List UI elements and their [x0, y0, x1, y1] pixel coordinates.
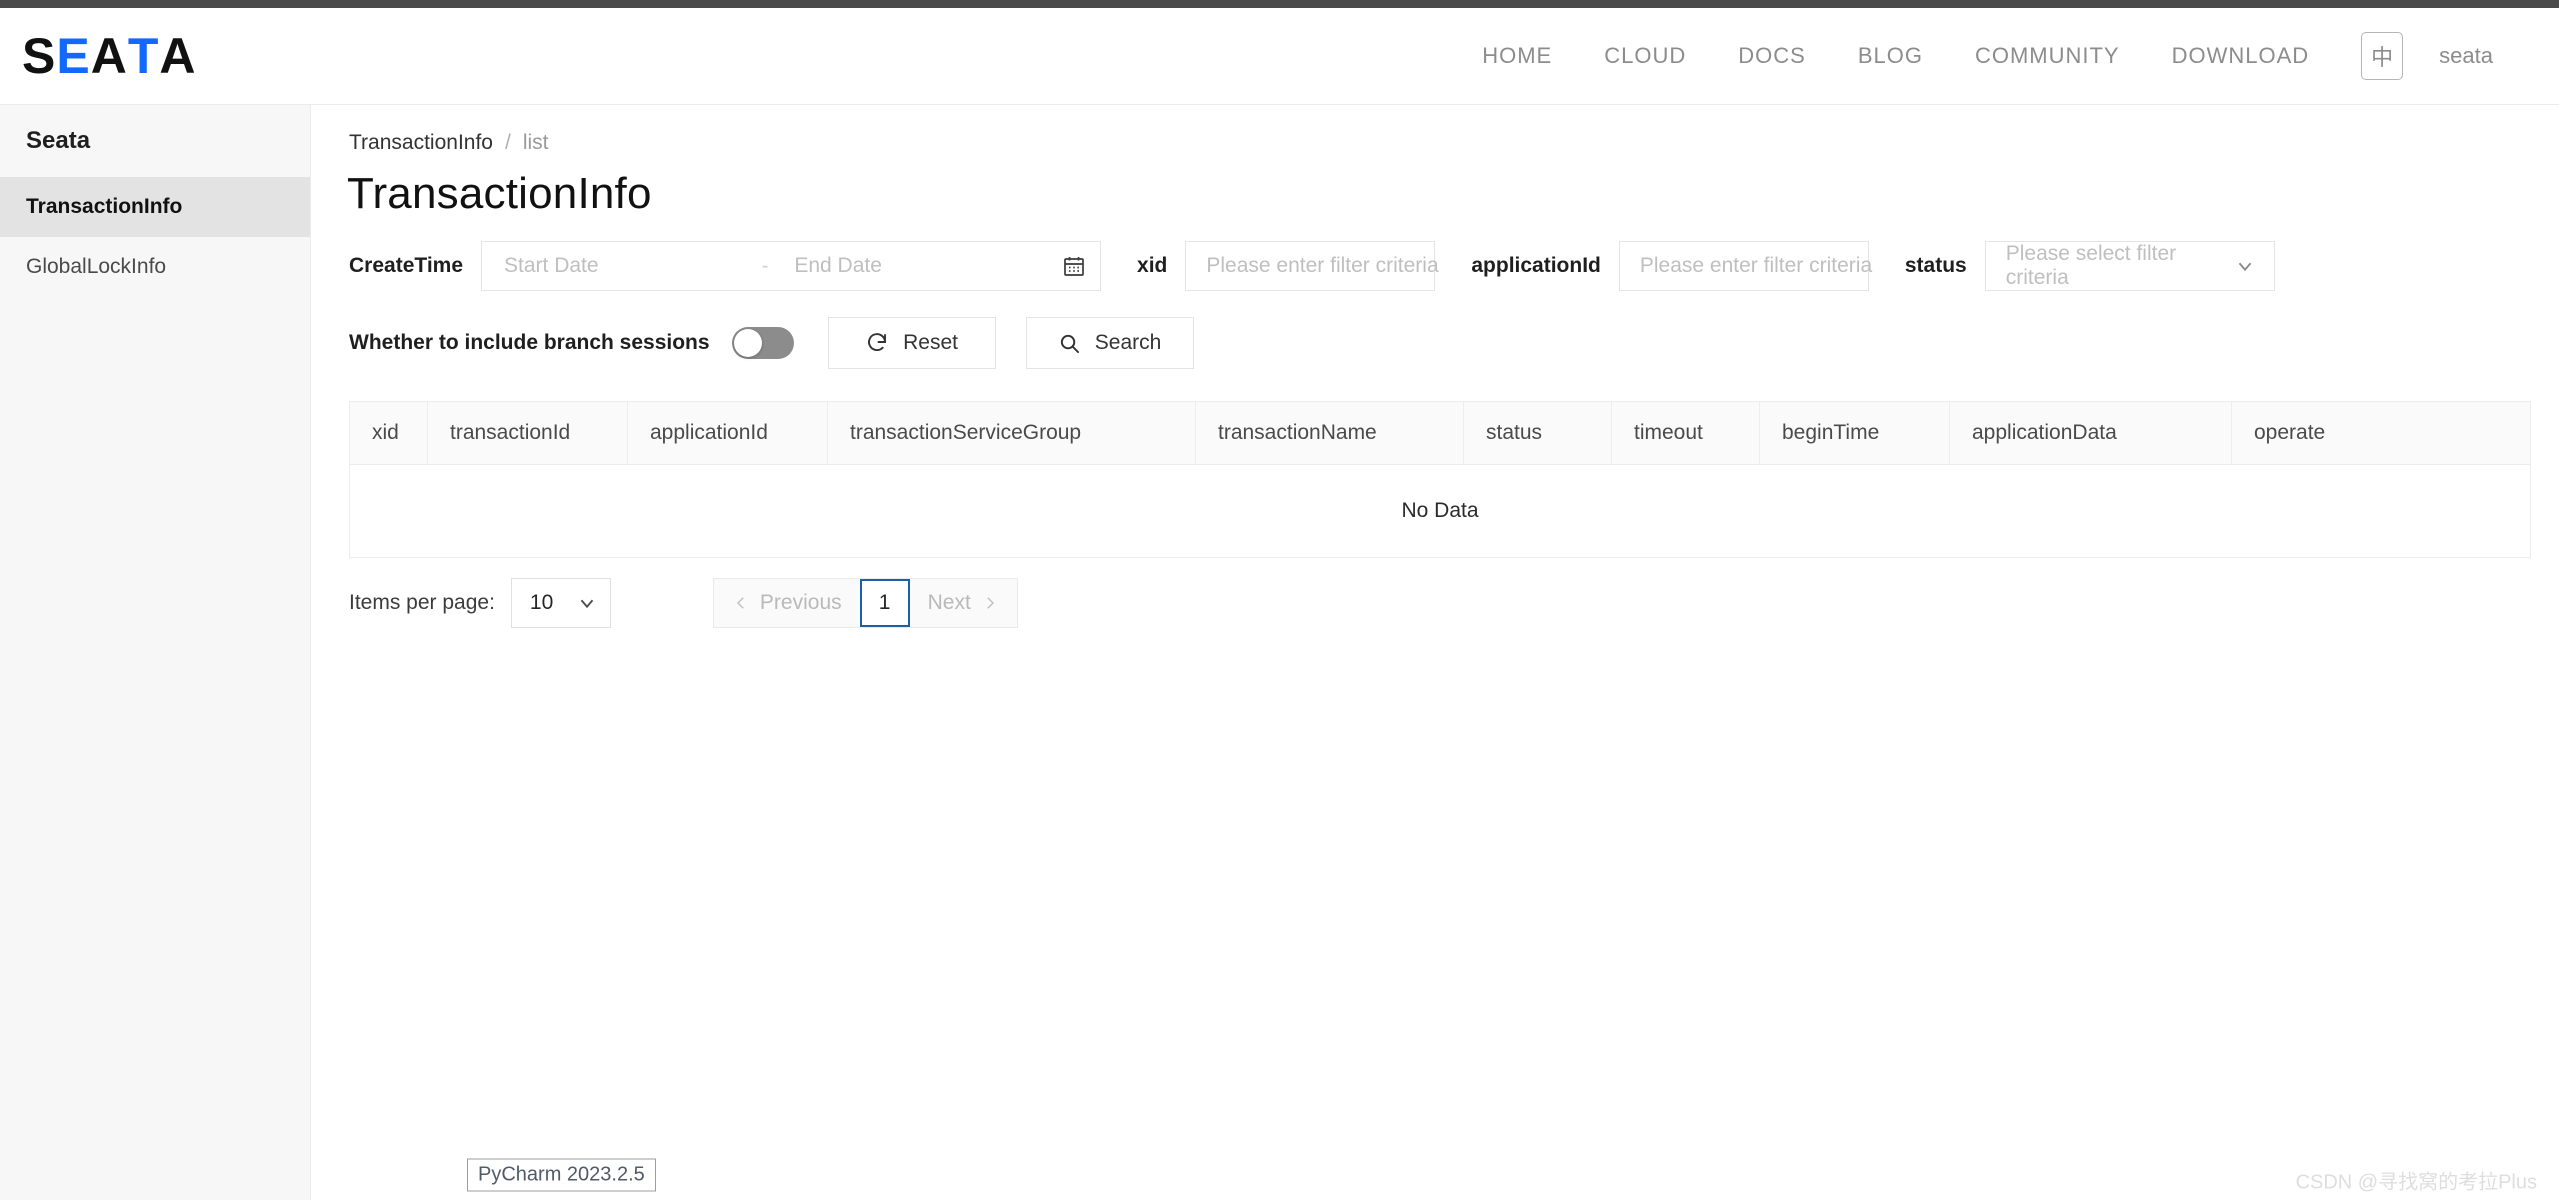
- top-browser-strip: [0, 0, 2559, 8]
- filter-row-primary: CreateTime Start Date - End Date xid Ple…: [311, 219, 2559, 291]
- column-header-applicationid[interactable]: applicationId: [628, 402, 828, 464]
- previous-page-label: Previous: [759, 591, 842, 614]
- items-per-page-label: Items per page:: [349, 591, 495, 614]
- column-header-begintime[interactable]: beginTime: [1760, 402, 1950, 464]
- column-header-xid[interactable]: xid: [350, 402, 428, 464]
- previous-page-button[interactable]: Previous: [714, 579, 860, 627]
- logo-letter-s: S: [22, 28, 57, 84]
- column-header-timeout[interactable]: timeout: [1612, 402, 1760, 464]
- nav-item-docs[interactable]: DOCS: [1712, 33, 1832, 79]
- breadcrumb-separator: /: [504, 131, 511, 154]
- sidebar: Seata TransactionInfo GlobalLockInfo: [0, 105, 311, 1200]
- end-date-input[interactable]: End Date: [772, 254, 1048, 278]
- items-per-page-value: 10: [529, 591, 554, 614]
- sidebar-item-globallockinfo[interactable]: GlobalLockInfo: [0, 237, 310, 297]
- main-navigation: HOME CLOUD DOCS BLOG COMMUNITY DOWNLOAD …: [1456, 32, 2559, 80]
- applicationid-label: applicationId: [1471, 254, 1601, 277]
- ide-status-tooltip: PyCharm 2023.2.5: [467, 1158, 656, 1192]
- filter-row-secondary: Whether to include branch sessions Reset: [311, 291, 2559, 369]
- logo-letter-a2: A: [159, 28, 197, 84]
- branch-sessions-label: Whether to include branch sessions: [349, 331, 710, 354]
- nav-item-home[interactable]: HOME: [1456, 33, 1578, 79]
- status-select[interactable]: Please select filter criteria: [1984, 241, 2275, 291]
- refresh-icon: [865, 331, 889, 355]
- date-range-separator: -: [761, 254, 769, 277]
- sidebar-item-label: TransactionInfo: [26, 195, 183, 218]
- items-per-page-select[interactable]: 10: [510, 578, 611, 628]
- reset-button[interactable]: Reset: [827, 317, 996, 369]
- column-header-applicationdata[interactable]: applicationData: [1950, 402, 2232, 464]
- chevron-down-icon: [576, 592, 598, 614]
- breadcrumb: TransactionInfo / list: [311, 105, 2559, 155]
- main-content: TransactionInfo / list TransactionInfo C…: [311, 105, 2559, 1200]
- user-menu[interactable]: seata: [2413, 33, 2519, 79]
- logo-letter-e: E: [56, 28, 91, 84]
- seata-logo[interactable]: S E A T A: [22, 31, 196, 81]
- next-page-label: Next: [927, 591, 971, 614]
- chevron-left-icon: [732, 594, 750, 612]
- table-empty-state: No Data: [1401, 499, 1479, 522]
- calendar-icon[interactable]: [1048, 254, 1100, 278]
- transaction-table: xid transactionId applicationId transact…: [349, 401, 2531, 558]
- chevron-down-icon: [2234, 255, 2274, 277]
- search-icon: [1058, 332, 1081, 355]
- nav-item-download[interactable]: DOWNLOAD: [2146, 33, 2336, 79]
- pagination: Items per page: 10 Previous 1 Next: [349, 578, 2559, 628]
- nav-item-blog[interactable]: BLOG: [1832, 33, 1949, 79]
- nav-item-cloud[interactable]: CLOUD: [1578, 33, 1712, 79]
- start-date-input[interactable]: Start Date: [482, 254, 758, 278]
- page-number-1[interactable]: 1: [859, 579, 910, 627]
- search-button-label: Search: [1094, 331, 1162, 354]
- logo-letter-a1: A: [90, 28, 128, 84]
- breadcrumb-current: list: [522, 131, 549, 154]
- createtime-label: CreateTime: [349, 254, 464, 277]
- status-label: status: [1904, 254, 1967, 277]
- branch-sessions-toggle[interactable]: [731, 327, 794, 359]
- next-page-button[interactable]: Next: [910, 579, 1017, 627]
- reset-button-label: Reset: [903, 331, 958, 354]
- page-title: TransactionInfo: [347, 169, 652, 218]
- xid-label: xid: [1137, 254, 1168, 277]
- column-header-transactionid[interactable]: transactionId: [428, 402, 628, 464]
- column-header-transactionname[interactable]: transactionName: [1196, 402, 1464, 464]
- language-toggle-button[interactable]: 中: [2361, 32, 2404, 80]
- sidebar-item-label: GlobalLockInfo: [26, 255, 167, 278]
- logo-letter-t: T: [127, 28, 160, 84]
- column-header-transactionservicegroup[interactable]: transactionServiceGroup: [828, 402, 1196, 464]
- column-header-operate[interactable]: operate: [2232, 402, 2530, 464]
- xid-input[interactable]: Please enter filter criteria: [1185, 241, 1439, 291]
- sidebar-item-transactioninfo[interactable]: TransactionInfo: [0, 177, 310, 237]
- status-select-value: Please select filter criteria: [2005, 242, 2177, 289]
- table-header-row: xid transactionId applicationId transact…: [350, 402, 2530, 465]
- applicationid-input[interactable]: Please enter filter criteria: [1618, 241, 1872, 291]
- search-button[interactable]: Search: [1025, 317, 1194, 369]
- createtime-range-picker[interactable]: Start Date - End Date: [481, 241, 1102, 291]
- breadcrumb-parent[interactable]: TransactionInfo: [349, 131, 493, 155]
- pagination-controls: Previous 1 Next: [712, 578, 1018, 628]
- nav-item-community[interactable]: COMMUNITY: [1949, 33, 2146, 79]
- sidebar-title: Seata: [26, 127, 91, 154]
- column-header-status[interactable]: status: [1464, 402, 1612, 464]
- chevron-right-icon: [981, 594, 999, 612]
- toggle-knob: [733, 329, 762, 357]
- watermark: CSDN @寻找窝的考拉Plus: [2295, 1171, 2537, 1194]
- site-header: S E A T A HOME CLOUD DOCS BLOG COMMUNITY…: [0, 8, 2559, 105]
